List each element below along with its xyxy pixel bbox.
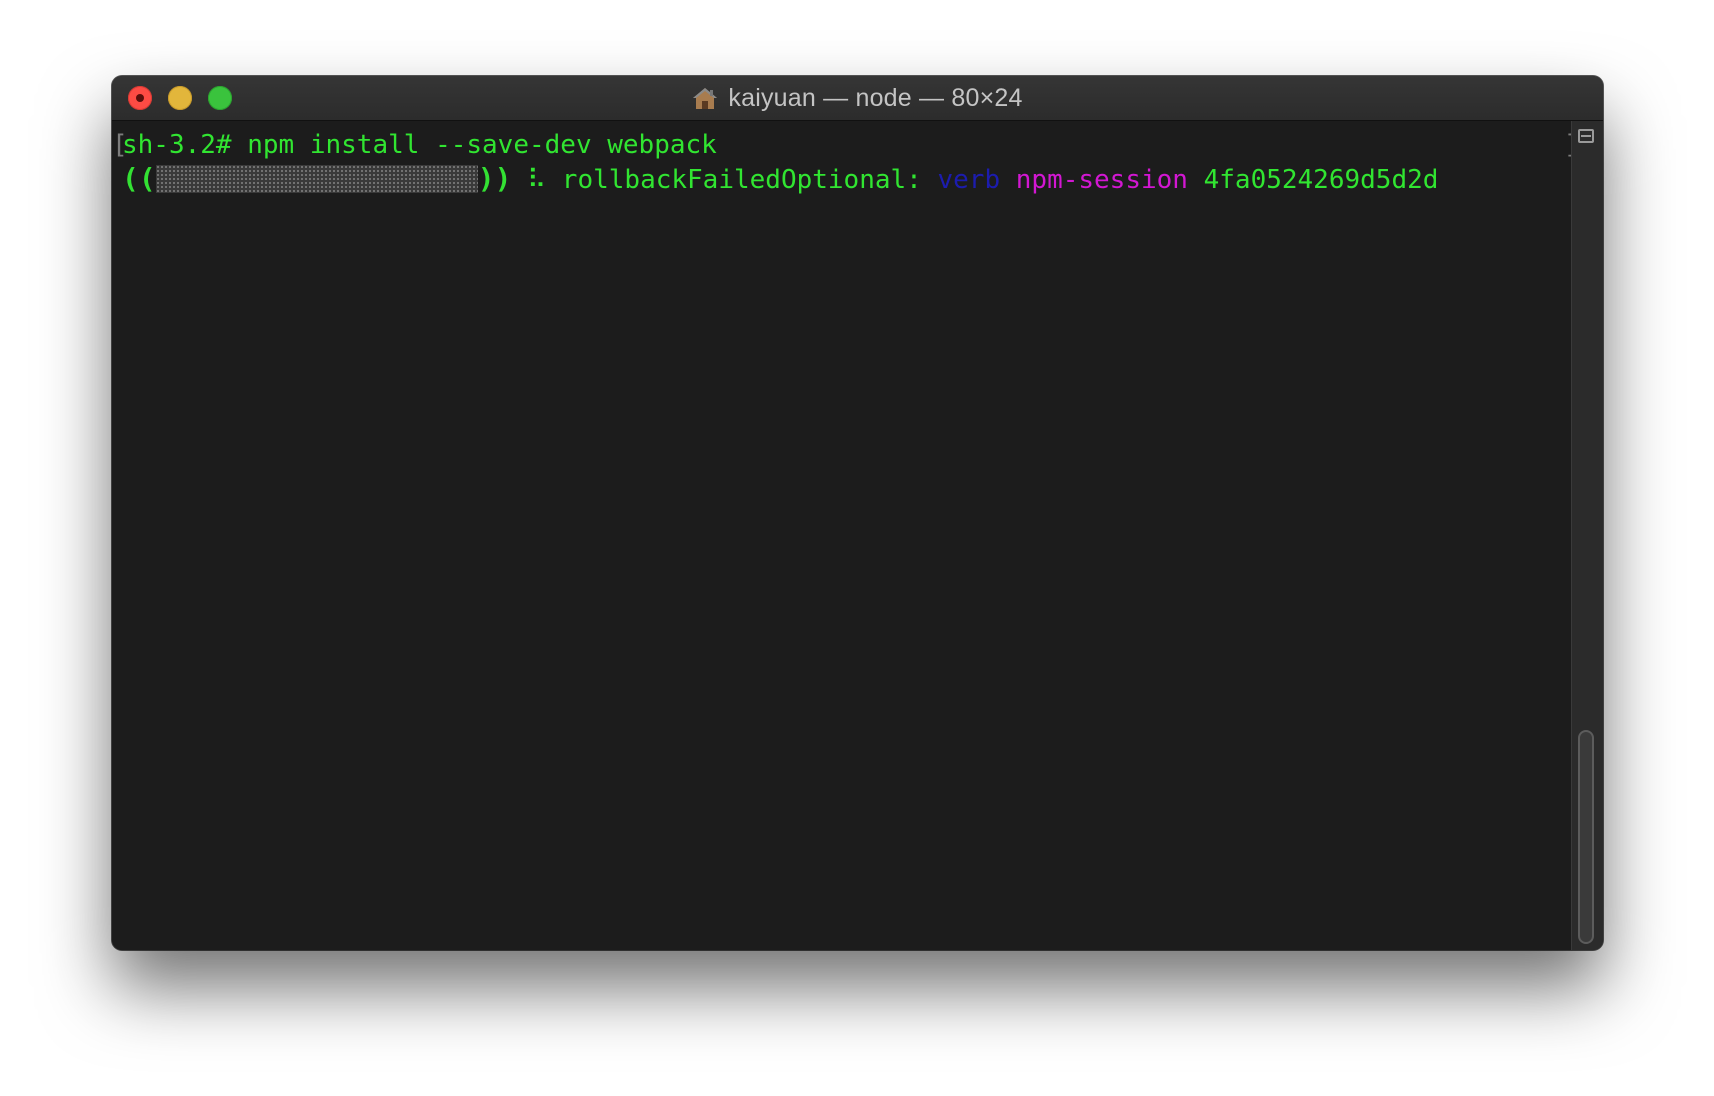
progress-close-paren: )) <box>477 162 512 195</box>
command-text: sh-3.2# npm install --save-dev webpack <box>122 130 717 160</box>
command-line: sh-3.2# npm install --save-dev webpack <box>122 128 717 162</box>
progress-open-paren: (( <box>122 162 156 195</box>
log-level: verb <box>937 165 1001 195</box>
title-bar[interactable]: kaiyuan — node — 80×24 <box>112 76 1603 121</box>
progress-line: (()) ⠧ rollbackFailedOptional: verb npm-… <box>122 162 1438 196</box>
scrollbar-thumb[interactable] <box>1578 730 1594 944</box>
window-title-text: kaiyuan — node — 80×24 <box>728 83 1023 112</box>
split-pane-icon[interactable] <box>1578 129 1594 143</box>
home-icon <box>693 88 718 109</box>
scroll-area <box>1571 121 1603 950</box>
terminal-content[interactable]: [ sh-3.2# npm install --save-dev webpack… <box>112 121 1580 950</box>
stage-text: rollbackFailedOptional: <box>561 165 922 195</box>
session-id: 4fa0524269d5d2d <box>1203 165 1439 195</box>
spinner-icon: ⠧ <box>527 165 547 195</box>
terminal-window: kaiyuan — node — 80×24 [ sh-3.2# npm ins… <box>112 76 1603 950</box>
window-title: kaiyuan — node — 80×24 <box>112 76 1603 120</box>
progress-bar <box>155 165 478 193</box>
session-label: npm-session <box>1015 165 1188 195</box>
scrollbar-track[interactable] <box>1578 155 1594 944</box>
